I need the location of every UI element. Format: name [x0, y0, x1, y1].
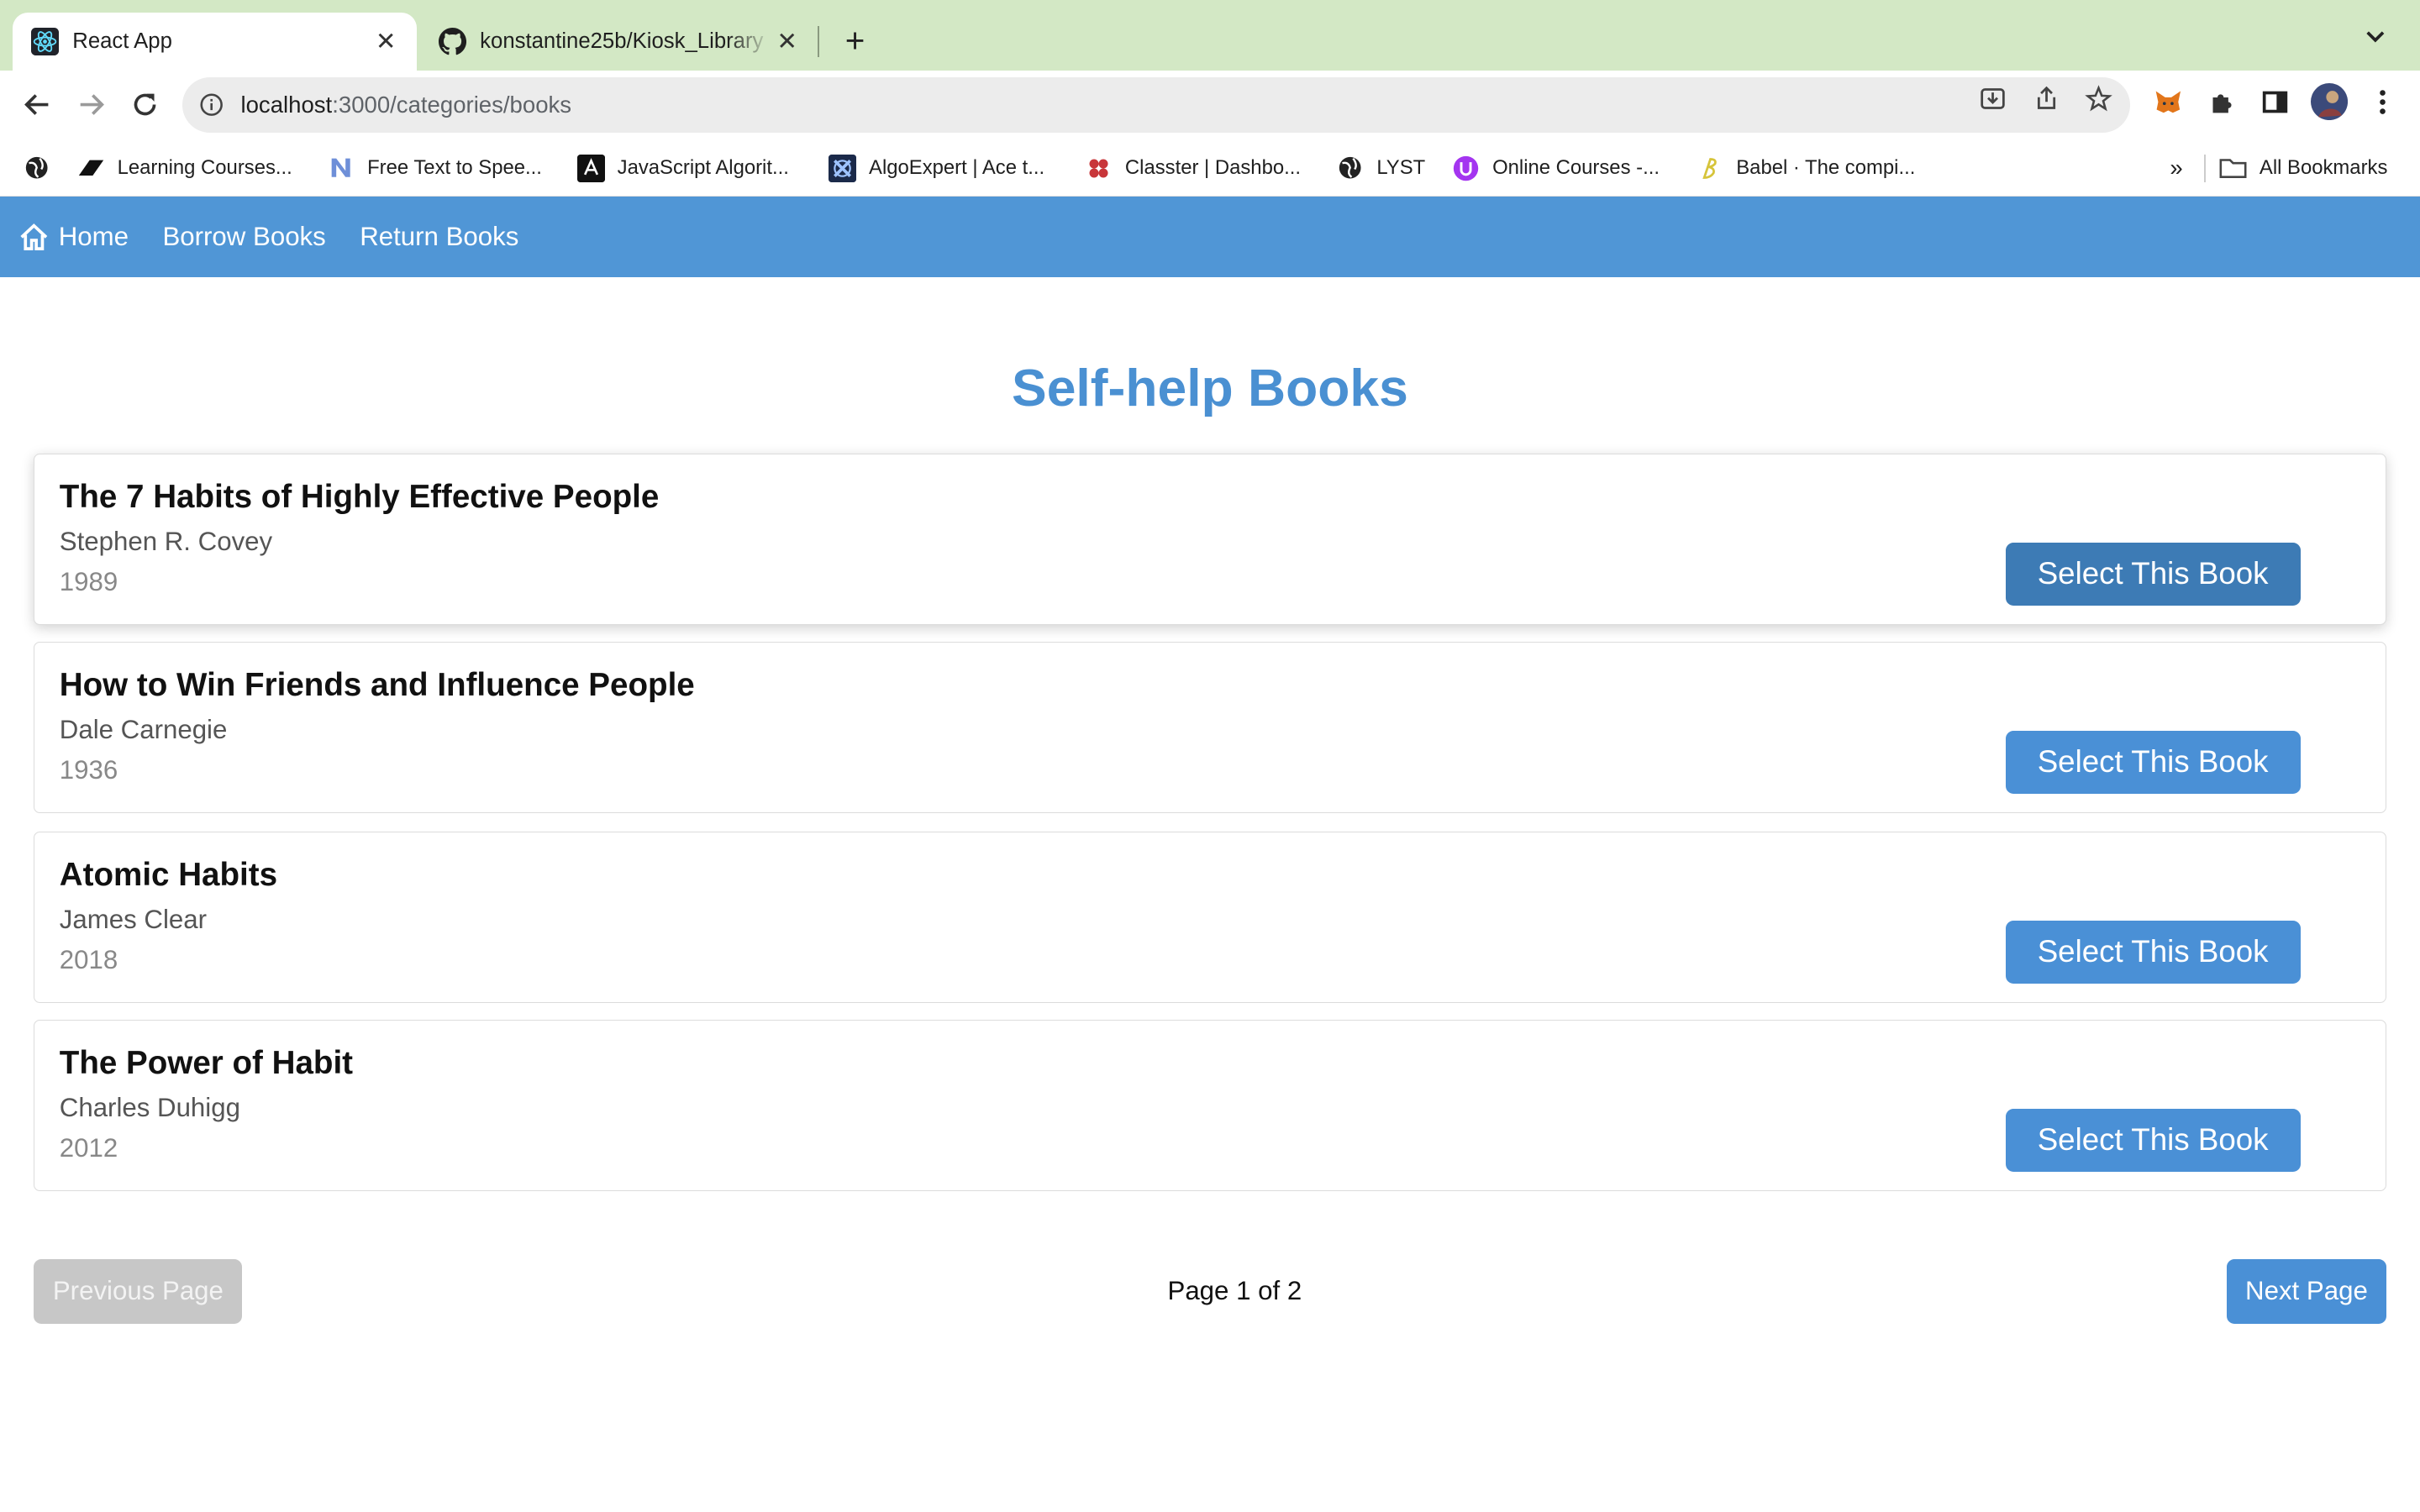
bookmark-javascript-algorithms[interactable]: JavaScript Algorit...: [576, 153, 789, 184]
bookmark-classter[interactable]: Classter | Dashbo...: [1085, 153, 1301, 184]
nav-home-link[interactable]: Home: [18, 222, 129, 253]
algoexpert-icon: [829, 154, 857, 182]
bookmark-label: Online Courses -...: [1492, 156, 1660, 180]
url-path: :3000/categories/books: [332, 91, 572, 118]
tab-title: React App: [72, 29, 172, 54]
book-author: Stephen R. Covey: [59, 527, 273, 557]
globe-icon: [24, 155, 51, 182]
babel-icon: [1697, 155, 1724, 182]
browser-toolbar: localhost:3000/categories/books: [0, 71, 2420, 139]
book-card: The 7 Habits of Highly Effective People …: [34, 453, 2386, 625]
page-indicator: Page 1 of 2: [1167, 1275, 1302, 1305]
url-host: localhost: [240, 91, 333, 118]
book-card: Atomic Habits James Clear 2018 Select Th…: [34, 831, 2386, 1003]
address-bar[interactable]: localhost:3000/categories/books: [182, 76, 2130, 133]
github-icon: [438, 28, 466, 55]
tab-search-chevron-icon[interactable]: [2365, 26, 2386, 50]
book-title: How to Win Friends and Influence People: [59, 667, 695, 704]
back-arrow-icon[interactable]: [18, 87, 55, 123]
book-card: How to Win Friends and Influence People …: [34, 642, 2386, 813]
bookmarks-bar: Learning Courses... Free Text to Spee...…: [0, 139, 2420, 197]
app-navbar: Home Borrow Books Return Books: [0, 197, 2420, 277]
next-page-button[interactable]: Next Page: [2227, 1258, 2386, 1324]
bookmark-label: Babel · The compi...: [1736, 156, 1916, 180]
globe-icon: [1337, 155, 1365, 182]
bookmark-label: LYST: [1376, 156, 1426, 180]
bookmarks-overflow-chevron[interactable]: »: [2170, 153, 2182, 184]
tab-github[interactable]: konstantine25b/Kiosk_Library ✕: [420, 13, 818, 71]
side-panel-icon[interactable]: [2260, 87, 2291, 118]
bookmark-online-courses[interactable]: Online Courses -...: [1452, 153, 1660, 184]
extensions-puzzle-icon[interactable]: [2207, 87, 2238, 118]
bookmark-star-icon[interactable]: [2085, 85, 2113, 113]
bookmark-label: Free Text to Spee...: [367, 156, 542, 180]
site-info-icon[interactable]: [197, 91, 225, 118]
tab-separator: [818, 26, 820, 57]
reload-icon[interactable]: [127, 87, 164, 123]
classter-icon: [1085, 155, 1113, 182]
bookmark-globe[interactable]: [24, 153, 64, 184]
react-icon: [30, 28, 59, 56]
previous-page-button[interactable]: Previous Page: [34, 1258, 243, 1324]
tab-strip: React App ✕ konstantine25b/Kiosk_Library…: [0, 0, 2420, 71]
page-title: Self-help Books: [1012, 358, 1408, 417]
all-bookmarks-label: All Bookmarks: [2259, 156, 2388, 180]
book-title: Atomic Habits: [59, 857, 278, 894]
select-book-button[interactable]: Select This Book: [2005, 1108, 2301, 1173]
all-bookmarks[interactable]: All Bookmarks: [2219, 153, 2387, 184]
bookmark-lyst[interactable]: LYST: [1337, 153, 1426, 184]
bookmark-label: Classter | Dashbo...: [1124, 156, 1302, 180]
bookmark-learning-courses[interactable]: Learning Courses...: [77, 153, 292, 184]
learning-icon: [77, 155, 105, 182]
book-title: The 7 Habits of Highly Effective People: [59, 479, 660, 516]
udemy-icon: [1452, 155, 1480, 182]
book-author: James Clear: [59, 905, 208, 935]
book-card: The Power of Habit Charles Duhigg 2012 S…: [34, 1020, 2386, 1191]
select-book-button[interactable]: Select This Book: [2005, 730, 2301, 795]
overflow-label: »: [2170, 155, 2183, 181]
forward-arrow-icon[interactable]: [72, 87, 109, 123]
book-year: 2012: [59, 1133, 118, 1163]
book-year: 1989: [59, 567, 118, 597]
book-year: 1936: [59, 755, 118, 785]
tab-react-app[interactable]: React App ✕: [12, 12, 417, 71]
home-icon: [18, 222, 50, 253]
book-year: 2018: [59, 945, 118, 975]
new-tab-plus-icon[interactable]: +: [838, 23, 871, 57]
n-icon: [327, 155, 355, 182]
folder-icon: [2219, 155, 2247, 182]
bookmark-label: Learning Courses...: [117, 156, 292, 180]
browser-menu-kebab-icon[interactable]: [2367, 87, 2398, 118]
close-icon[interactable]: ✕: [371, 26, 402, 57]
bookmark-label: JavaScript Algorit...: [617, 156, 789, 180]
install-app-icon[interactable]: [1979, 85, 2007, 113]
book-author: Dale Carnegie: [59, 715, 228, 745]
bookmark-label: AlgoExpert | Ace t...: [869, 156, 1045, 180]
select-book-button[interactable]: Select This Book: [2005, 542, 2301, 606]
close-icon[interactable]: ✕: [771, 26, 802, 57]
share-icon[interactable]: [2033, 85, 2060, 113]
select-book-button[interactable]: Select This Book: [2005, 920, 2301, 984]
tab-title: konstantine25b/Kiosk_Library: [480, 29, 764, 54]
metamask-fox-icon[interactable]: [2153, 87, 2184, 118]
bookmark-algoexpert[interactable]: AlgoExpert | Ace t...: [829, 153, 1044, 184]
jsalgo-icon: [576, 154, 605, 182]
nav-borrow-books-link[interactable]: Borrow Books: [162, 222, 325, 252]
book-author: Charles Duhigg: [59, 1093, 240, 1123]
nav-return-books-link[interactable]: Return Books: [360, 222, 518, 252]
bookmark-free-text-to-speech[interactable]: Free Text to Spee...: [327, 153, 542, 184]
url-text: localhost:3000/categories/books: [240, 92, 2129, 118]
bookmarks-divider: [2203, 154, 2206, 182]
screen: React App ✕ konstantine25b/Kiosk_Library…: [0, 0, 2420, 1512]
profile-avatar[interactable]: [2310, 83, 2348, 121]
book-title: The Power of Habit: [59, 1045, 354, 1082]
nav-home-label: Home: [58, 222, 129, 251]
bookmark-babel[interactable]: Babel · The compi...: [1697, 153, 1916, 184]
